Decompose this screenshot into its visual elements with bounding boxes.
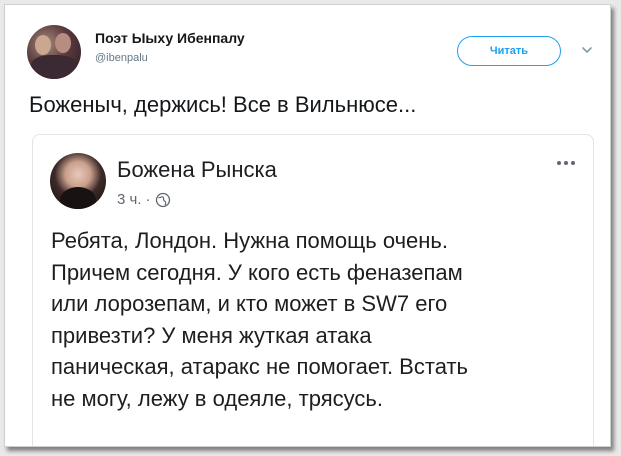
meta-separator: · [145,191,151,208]
post-text-line: Причем сегодня. У кого есть феназепам [51,259,463,285]
post-text-line: Ребята, Лондон. Нужна помощь очень. [51,228,448,253]
embedded-post-meta: 3 ч. · [117,191,171,208]
follow-button[interactable]: Читать [457,36,561,66]
post-text-line: не могу, лежу в одеяле, трясусь. [51,385,383,411]
post-text-line: привезти? У меня жуткая атака [51,322,372,348]
post-text-line: паническая, атаракс не помогает. Встать [51,354,468,379]
author-name[interactable]: Поэт Ыыху Ибенпалу [95,30,245,46]
author-handle[interactable]: @ibenpalu [95,52,148,64]
post-text-line: или лорозепам, и кто может в SW7 его [51,291,448,316]
more-dots-icon[interactable] [555,159,577,167]
tweet-card: Поэт Ыыху Ибенпалу @ibenpalu Читать Боже… [4,4,611,447]
globe-icon [155,192,170,207]
chevron-down-icon[interactable] [580,43,594,57]
author-avatar[interactable] [27,25,81,79]
tweet-text: Боженыч, держись! Все в Вильнюсе... [29,92,417,117]
post-time[interactable]: 3 ч. [117,191,142,208]
embedded-author-avatar[interactable] [50,153,106,209]
embedded-post[interactable]: Божена Рынска 3 ч. · Ребята, Лондон. Нуж… [32,134,594,446]
embedded-post-body: Ребята, Лондон. Нужна помощь очень. Прич… [51,225,581,414]
embedded-author-name[interactable]: Божена Рынска [117,157,277,183]
